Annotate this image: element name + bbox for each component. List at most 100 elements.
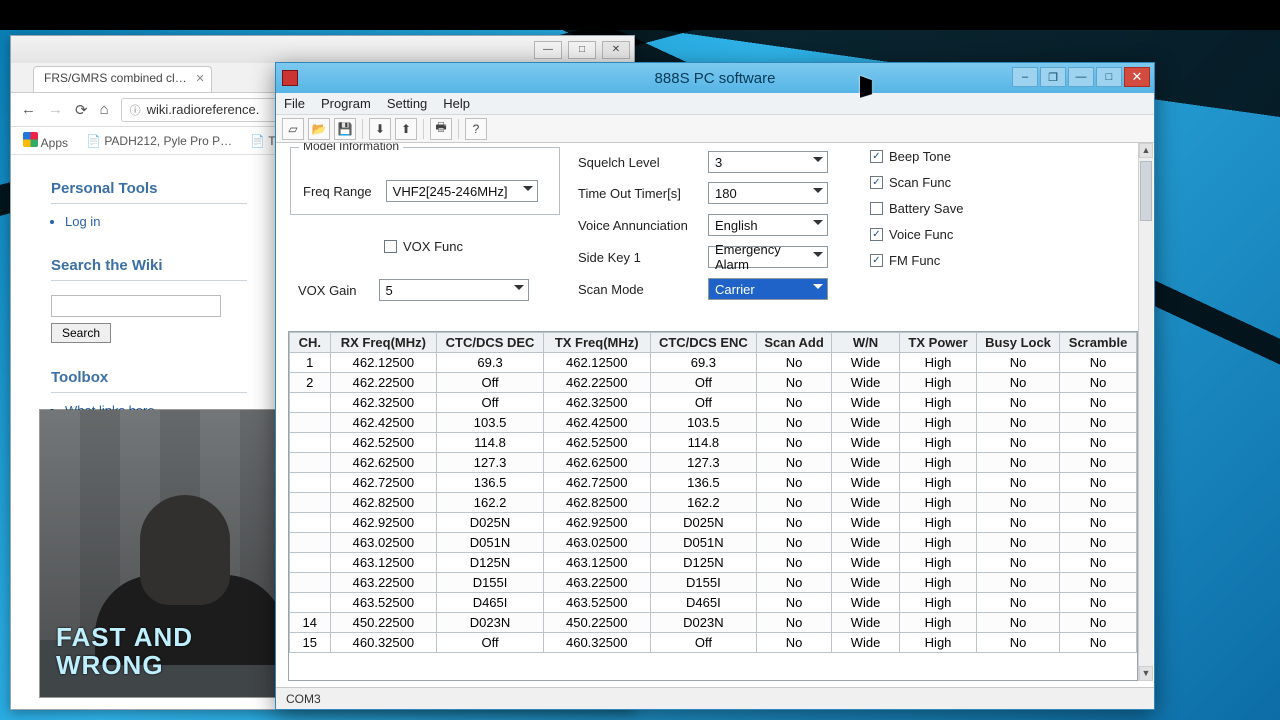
table-cell[interactable]: D023N [650,613,757,633]
table-cell[interactable]: High [900,373,977,393]
table-cell[interactable]: No [976,413,1059,433]
table-cell[interactable]: High [900,353,977,373]
table-cell[interactable]: 463.12500 [543,553,650,573]
table-cell[interactable]: 114.8 [437,433,544,453]
table-cell[interactable]: 2 [290,373,331,393]
table-cell[interactable]: No [976,373,1059,393]
table-row[interactable]: 14450.22500D023N450.22500D023NNoWideHigh… [290,613,1137,633]
table-row[interactable]: 462.32500Off462.32500OffNoWideHighNoNo [290,393,1137,413]
table-cell[interactable]: High [900,493,977,513]
table-cell[interactable]: 462.12500 [330,353,437,373]
print-icon[interactable]: 🖶 [430,118,452,140]
table-cell[interactable]: 136.5 [437,473,544,493]
table-cell[interactable]: 462.22500 [330,373,437,393]
table-cell[interactable]: No [976,513,1059,533]
table-cell[interactable]: 462.72500 [330,473,437,493]
table-cell[interactable]: Wide [831,413,899,433]
wiki-search-input[interactable] [51,295,221,317]
sidekey-select[interactable]: Emergency Alarm [708,246,828,268]
table-cell[interactable]: 462.92500 [330,513,437,533]
table-cell[interactable]: No [757,473,832,493]
table-cell[interactable]: 462.22500 [543,373,650,393]
table-cell[interactable]: High [900,573,977,593]
app-titlebar[interactable]: 888S PC software – ❐ — □ ✕ [276,63,1154,93]
table-cell[interactable]: No [976,633,1059,653]
table-cell[interactable]: Off [437,373,544,393]
table-row[interactable]: 462.72500136.5462.72500136.5NoWideHighNo… [290,473,1137,493]
table-row[interactable]: 463.52500D465I463.52500D465INoWideHighNo… [290,593,1137,613]
table-cell[interactable]: No [1060,393,1137,413]
table-cell[interactable]: Wide [831,473,899,493]
table-cell[interactable]: No [757,413,832,433]
table-cell[interactable]: No [976,453,1059,473]
column-header[interactable]: CTC/DCS ENC [650,333,757,353]
squelch-select[interactable]: 3 [708,151,828,173]
fm-func-checkbox[interactable]: ✓FM Func [870,253,963,268]
table-cell[interactable]: 15 [290,633,331,653]
scroll-thumb[interactable] [1140,161,1152,221]
forward-icon[interactable]: → [48,101,63,118]
table-cell[interactable]: No [757,453,832,473]
table-cell[interactable]: High [900,613,977,633]
table-cell[interactable]: No [976,553,1059,573]
table-cell[interactable]: 462.72500 [543,473,650,493]
table-cell[interactable]: 103.5 [650,413,757,433]
table-cell[interactable]: D125N [437,553,544,573]
reload-icon[interactable]: ⟳ [75,101,88,119]
column-header[interactable]: TX Freq(MHz) [543,333,650,353]
close-button[interactable]: ✕ [602,41,630,59]
table-cell[interactable]: 103.5 [437,413,544,433]
table-cell[interactable]: D465I [650,593,757,613]
table-row[interactable]: 462.42500103.5462.42500103.5NoWideHighNo… [290,413,1137,433]
table-cell[interactable]: 462.12500 [543,353,650,373]
scroll-up-icon[interactable]: ▲ [1139,143,1153,158]
close-tab-icon[interactable]: ✕ [195,72,204,85]
table-cell[interactable]: Wide [831,633,899,653]
table-cell[interactable]: 462.42500 [543,413,650,433]
table-cell[interactable]: 463.02500 [543,533,650,553]
table-cell[interactable]: 460.32500 [543,633,650,653]
table-cell[interactable]: No [976,593,1059,613]
table-cell[interactable]: High [900,593,977,613]
table-cell[interactable]: Wide [831,513,899,533]
table-row[interactable]: 463.22500D155I463.22500D155INoWideHighNo… [290,573,1137,593]
write-radio-icon[interactable]: ⬆ [395,118,417,140]
table-cell[interactable]: No [1060,593,1137,613]
table-cell[interactable]: High [900,453,977,473]
table-row[interactable]: 462.62500127.3462.62500127.3NoWideHighNo… [290,453,1137,473]
tot-select[interactable]: 180 [708,182,828,204]
table-cell[interactable]: No [757,393,832,413]
table-cell[interactable]: No [1060,433,1137,453]
beep-tone-checkbox[interactable]: ✓Beep Tone [870,149,963,164]
table-cell[interactable]: High [900,533,977,553]
table-cell[interactable]: D155I [650,573,757,593]
column-header[interactable]: TX Power [900,333,977,353]
table-cell[interactable]: D051N [650,533,757,553]
maximize-button[interactable]: □ [1096,67,1122,87]
table-cell[interactable]: No [976,533,1059,553]
table-cell[interactable]: Wide [831,353,899,373]
table-cell[interactable]: Wide [831,453,899,473]
bookmark-item[interactable]: 📄 PADH212, Pyle Pro P… [86,134,232,148]
battery-save-checkbox[interactable]: Battery Save [870,201,963,216]
table-cell[interactable]: D125N [650,553,757,573]
table-cell[interactable]: High [900,553,977,573]
table-cell[interactable]: Wide [831,593,899,613]
table-cell[interactable]: Wide [831,373,899,393]
table-cell[interactable]: 1 [290,353,331,373]
table-cell[interactable]: No [976,613,1059,633]
table-cell[interactable] [290,493,331,513]
table-cell[interactable]: No [1060,413,1137,433]
table-cell[interactable]: No [1060,473,1137,493]
table-cell[interactable]: No [1060,553,1137,573]
table-cell[interactable]: Off [650,633,757,653]
table-cell[interactable]: No [976,393,1059,413]
browser-tab[interactable]: FRS/GMRS combined cl… ✕ [33,66,212,92]
table-cell[interactable]: 127.3 [650,453,757,473]
table-cell[interactable]: No [976,433,1059,453]
scroll-down-icon[interactable]: ▼ [1139,666,1153,681]
table-cell[interactable]: No [976,353,1059,373]
table-cell[interactable]: 69.3 [650,353,757,373]
table-cell[interactable] [290,573,331,593]
table-cell[interactable]: 463.02500 [330,533,437,553]
